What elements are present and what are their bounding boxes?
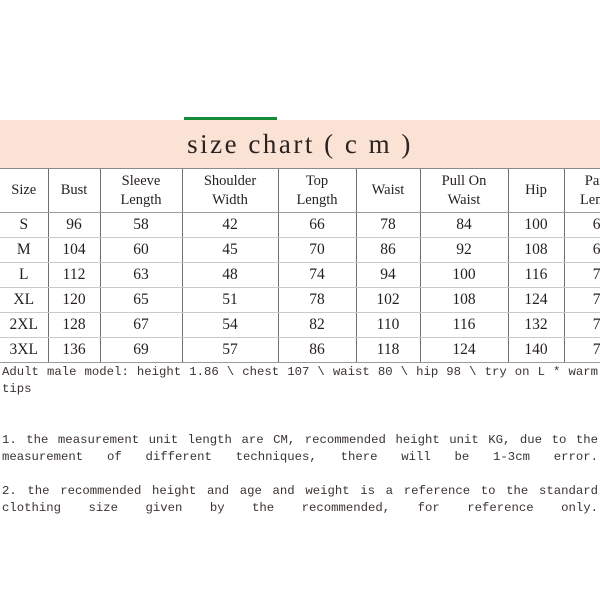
cell-bust: 136 xyxy=(48,337,101,363)
size-chart-table: Size Bust Sleeve Length Shoulder Width Top… xyxy=(0,169,600,363)
column-header-sleeve-length: Sleeve Length xyxy=(100,169,183,213)
cell-hip: 116 xyxy=(508,262,565,288)
cell-sleeve-length: 63 xyxy=(100,262,183,288)
cell-pull-on-waist: 116 xyxy=(420,312,509,338)
cell-hip: 100 xyxy=(508,212,565,238)
column-header-waist: Waist xyxy=(356,169,421,213)
cell-top-length: 70 xyxy=(278,237,357,263)
page-title: size chart ( c m ) xyxy=(187,128,413,159)
cell-bust: 112 xyxy=(48,262,101,288)
cell-pants-length: 76 xyxy=(564,337,600,363)
cell-top-length: 82 xyxy=(278,312,357,338)
cell-pull-on-waist: 124 xyxy=(420,337,509,363)
column-header-top-length: Top Length xyxy=(278,169,357,213)
column-header-bust: Bust xyxy=(48,169,101,213)
title-band: size chart ( c m ) xyxy=(0,120,600,169)
cell-waist: 118 xyxy=(356,337,421,363)
cell-sleeve-length: 60 xyxy=(100,237,183,263)
column-header-shoulder-width: Shoulder Width xyxy=(182,169,279,213)
cell-waist: 94 xyxy=(356,262,421,288)
table-row: L 112 63 48 74 94 100 116 70 xyxy=(0,262,600,288)
cell-bust: 128 xyxy=(48,312,101,338)
green-accent-rule xyxy=(184,117,277,120)
cell-pants-length: 66 xyxy=(564,212,600,238)
cell-hip: 140 xyxy=(508,337,565,363)
table-header-row: Size Bust Sleeve Length Shoulder Width Top… xyxy=(0,169,600,213)
cell-pants-length: 70 xyxy=(564,262,600,288)
note-measurement-error: 1. the measurement unit length are CM, r… xyxy=(2,433,598,464)
notes-spacer xyxy=(2,415,598,432)
cell-shoulder-width: 48 xyxy=(182,262,279,288)
size-chart-page: size chart ( c m ) Size Bust Sleeve Lengt… xyxy=(0,0,600,600)
cell-shoulder-width: 45 xyxy=(182,237,279,263)
table-row: 3XL 136 69 57 86 118 124 140 76 xyxy=(0,337,600,363)
cell-pull-on-waist: 92 xyxy=(420,237,509,263)
cell-waist: 86 xyxy=(356,237,421,263)
cell-hip: 124 xyxy=(508,287,565,313)
table-row: 2XL 128 67 54 82 110 116 132 74 xyxy=(0,312,600,338)
cell-size: XL xyxy=(0,287,49,313)
cell-shoulder-width: 57 xyxy=(182,337,279,363)
cell-top-length: 78 xyxy=(278,287,357,313)
cell-waist: 78 xyxy=(356,212,421,238)
cell-top-length: 74 xyxy=(278,262,357,288)
accent-rule-container xyxy=(0,117,600,120)
note-size-reference: 2. the recommended height and age and we… xyxy=(2,484,598,515)
notes-section: Adult male model: height 1.86 \ chest 10… xyxy=(0,364,600,534)
cell-waist: 110 xyxy=(356,312,421,338)
cell-size: 3XL xyxy=(0,337,49,363)
cell-pants-length: 74 xyxy=(564,312,600,338)
column-header-pull-on-waist: Pull On Waist xyxy=(420,169,509,213)
table-row: XL 120 65 51 78 102 108 124 72 xyxy=(0,287,600,313)
cell-size: 2XL xyxy=(0,312,49,338)
cell-hip: 132 xyxy=(508,312,565,338)
cell-top-length: 86 xyxy=(278,337,357,363)
cell-sleeve-length: 58 xyxy=(100,212,183,238)
cell-hip: 108 xyxy=(508,237,565,263)
table-header: Size Bust Sleeve Length Shoulder Width Top… xyxy=(0,169,600,213)
cell-bust: 104 xyxy=(48,237,101,263)
cell-bust: 120 xyxy=(48,287,101,313)
model-info-text: Adult male model: height 1.86 \ chest 10… xyxy=(2,365,598,396)
cell-pull-on-waist: 100 xyxy=(420,262,509,288)
cell-pants-length: 68 xyxy=(564,237,600,263)
cell-top-length: 66 xyxy=(278,212,357,238)
cell-bust: 96 xyxy=(48,212,101,238)
cell-size: S xyxy=(0,212,49,238)
cell-sleeve-length: 67 xyxy=(100,312,183,338)
table-row: S 96 58 42 66 78 84 100 66 xyxy=(0,212,600,238)
cell-waist: 102 xyxy=(356,287,421,313)
cell-pull-on-waist: 84 xyxy=(420,212,509,238)
cell-size: L xyxy=(0,262,49,288)
cell-shoulder-width: 54 xyxy=(182,312,279,338)
cell-pants-length: 72 xyxy=(564,287,600,313)
cell-sleeve-length: 65 xyxy=(100,287,183,313)
column-header-size: Size xyxy=(0,169,49,213)
column-header-hip: Hip xyxy=(508,169,565,213)
cell-shoulder-width: 42 xyxy=(182,212,279,238)
cell-pull-on-waist: 108 xyxy=(420,287,509,313)
table-body: S 96 58 42 66 78 84 100 66 M 104 60 45 7… xyxy=(0,212,600,363)
table-row: M 104 60 45 70 86 92 108 68 xyxy=(0,237,600,263)
top-spacer xyxy=(0,0,600,117)
cell-shoulder-width: 51 xyxy=(182,287,279,313)
cell-size: M xyxy=(0,237,49,263)
cell-sleeve-length: 69 xyxy=(100,337,183,363)
column-header-pants-length: PantsLength xyxy=(564,169,600,213)
